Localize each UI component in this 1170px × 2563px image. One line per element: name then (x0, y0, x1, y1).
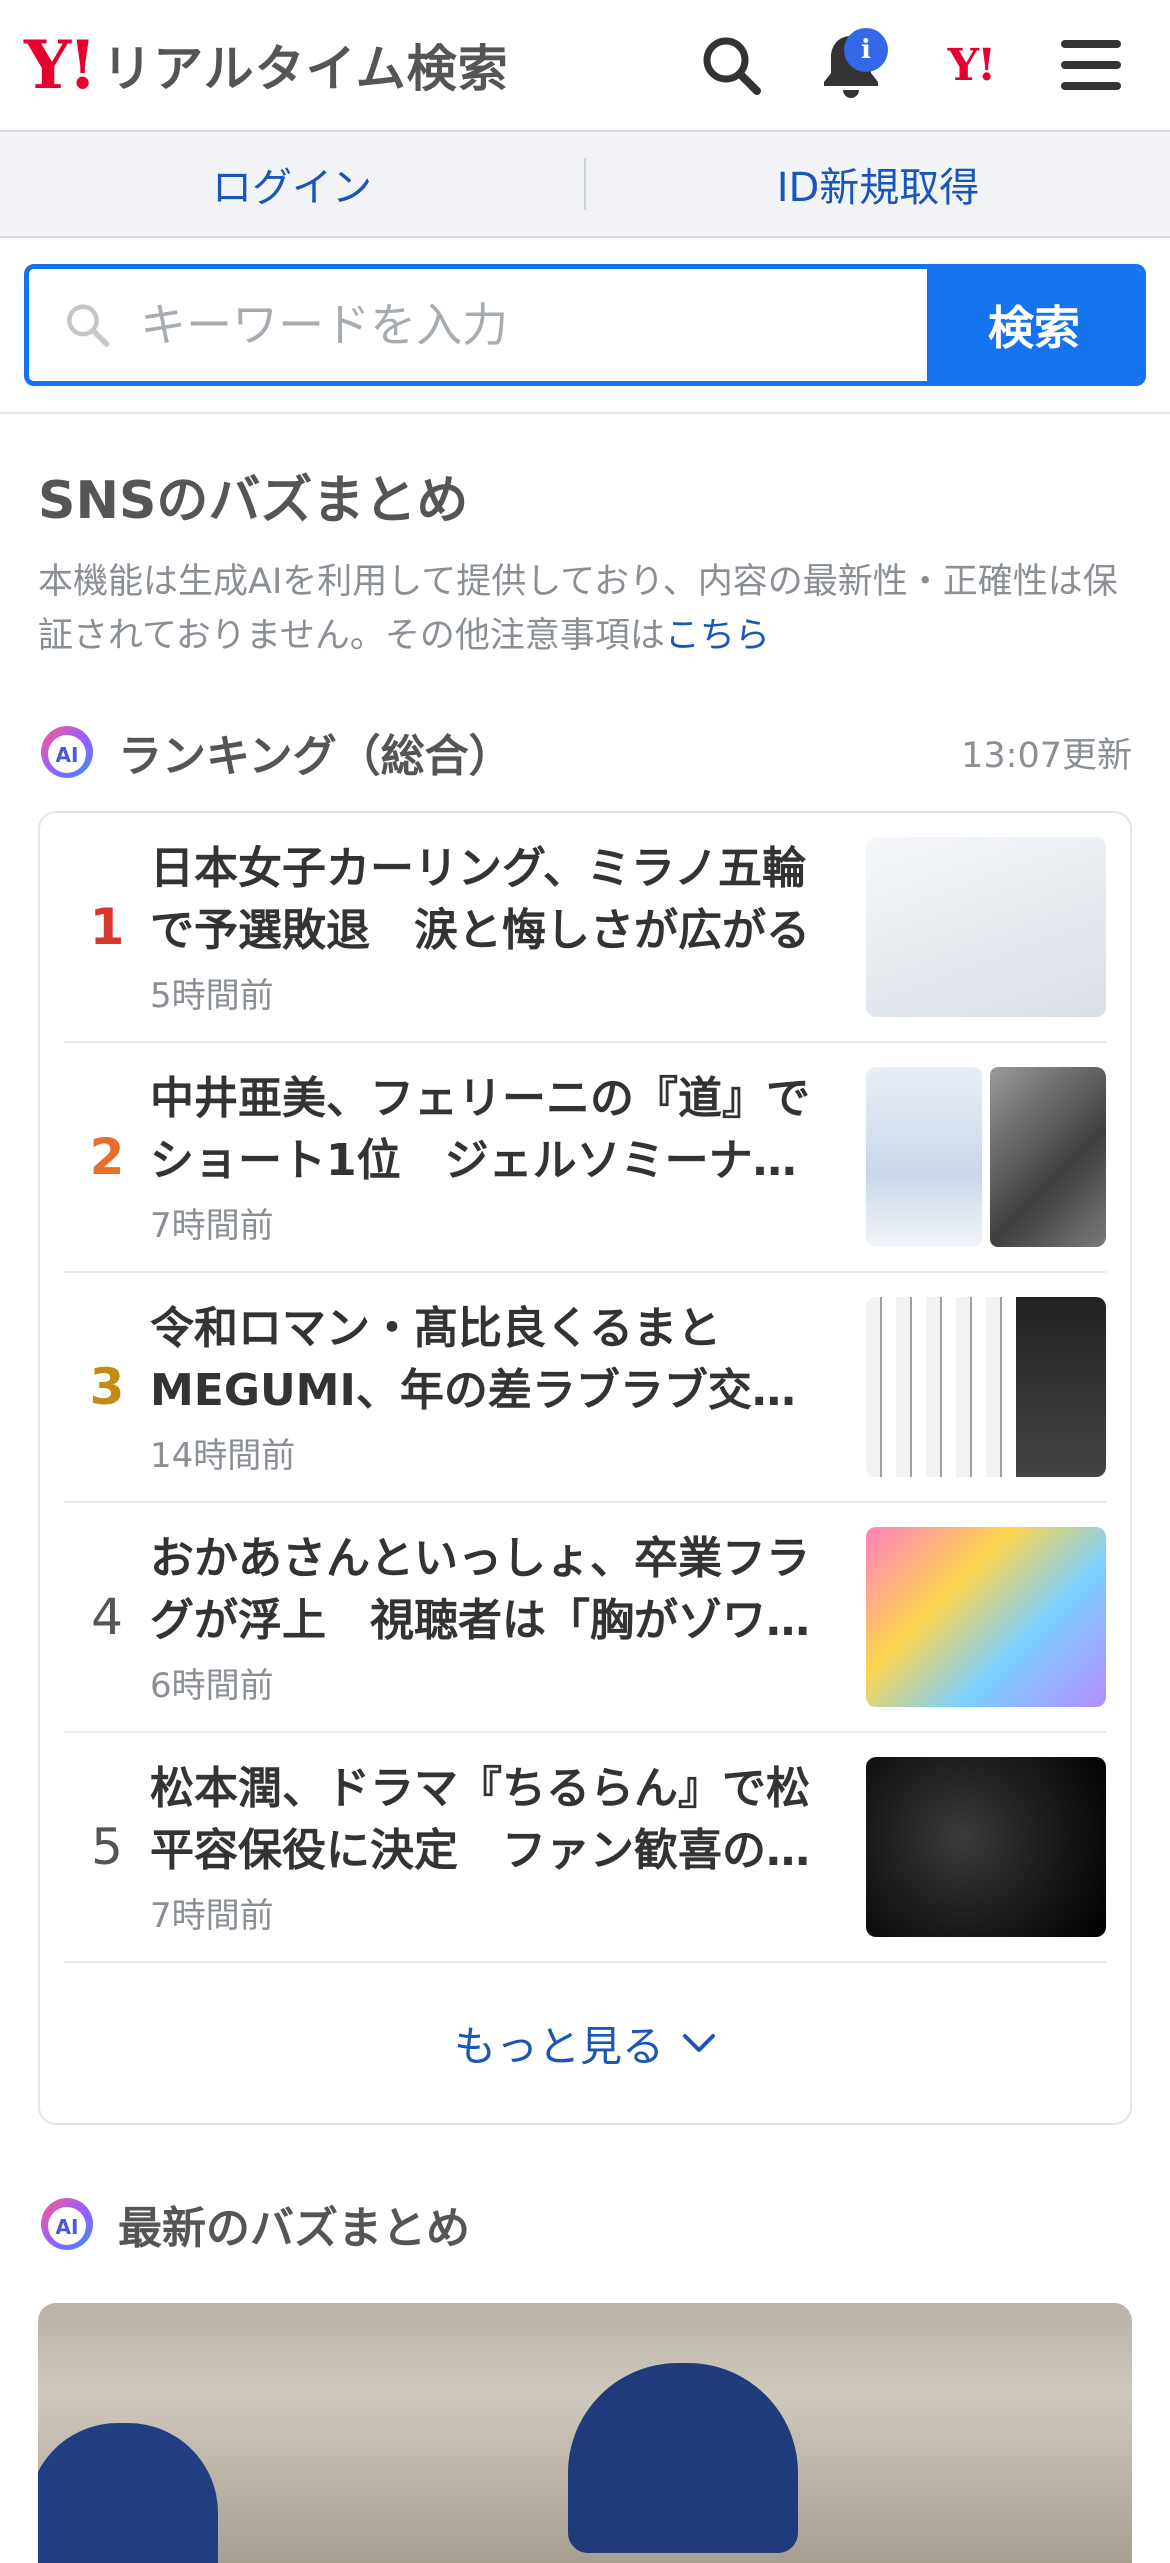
hamburger-menu-icon (1061, 40, 1121, 90)
ranking-item[interactable]: 2 中井亜美、フェリーニの『道』でショート1位 ジェルソミーナ… 7時間前 (64, 1043, 1106, 1273)
search-button[interactable]: 検索 (927, 269, 1141, 381)
rank-body: 令和ロマン・髙比良くるまとMEGUMI、年の差ラブラブ交… 14時間前 (150, 1298, 866, 1477)
search-field-icon (67, 304, 110, 347)
ranking-title: ランキング（総合） (118, 731, 513, 782)
ai-badge-icon: AI (41, 2198, 93, 2250)
search-form: 検索 (24, 264, 1146, 386)
latest-title: 最新のバズまとめ (118, 2203, 470, 2254)
yahoo-realtime-logo[interactable]: Y! リアルタイム検索 (24, 29, 509, 101)
rank-time: 7時間前 (150, 1895, 274, 1936)
rank-number: 5 (91, 1818, 123, 1876)
ranking-header: AI ランキング（総合） 13:07更新 (38, 717, 1132, 787)
rank-body: 中井亜美、フェリーニの『道』でショート1位 ジェルソミーナ… 7時間前 (150, 1068, 866, 1247)
show-more-button[interactable]: もっと見る (64, 1963, 1106, 2123)
yahoo-japan-icon: Y! (947, 39, 997, 91)
ranking-item[interactable]: 3 令和ロマン・髙比良くるまとMEGUMI、年の差ラブラブ交… 14時間前 (64, 1273, 1106, 1503)
login-bar: ログイン ID新規取得 (0, 132, 1170, 238)
hero-photo-detail (38, 2423, 218, 2563)
ai-badge-label: AI (56, 2215, 79, 2239)
menu-button[interactable] (1046, 20, 1136, 110)
logo-text: リアルタイム検索 (102, 40, 509, 98)
rank-thumbnail (866, 1757, 1106, 1937)
rank-time: 6時間前 (150, 1665, 274, 1706)
thumbnail-left-photo (866, 1067, 982, 1247)
latest-header: AI 最新のバズまとめ (38, 2187, 1132, 2261)
rank-thumbnail (866, 1527, 1106, 1707)
thumbnail-right-photo (990, 1067, 1106, 1247)
hero-photo-detail (568, 2363, 798, 2553)
rank-body: 日本女子カーリング、ミラノ五輪で予選敗退 涙と悔しさが広がる 5時間前 (150, 838, 866, 1017)
rank-time: 7時間前 (150, 1205, 274, 1246)
rank-title: おかあさんといっしょ、卒業フラグが浮上 視聴者は「胸がゾワ… (150, 1532, 810, 1646)
chevron-down-icon (683, 2034, 715, 2052)
search-field (29, 269, 927, 381)
ai-notice-text: 本機能は生成AIを利用して提供しており、内容の最新性・正確性は保証されておりませ… (38, 562, 1118, 656)
rank-time: 14時間前 (150, 1435, 296, 1476)
search-icon (703, 37, 761, 95)
ranking-item[interactable]: 4 おかあさんといっしょ、卒業フラグが浮上 視聴者は「胸がゾワ… 6時間前 (64, 1503, 1106, 1733)
ai-badge-label: AI (56, 743, 79, 767)
login-link[interactable]: ログイン (0, 155, 584, 213)
updated-time: 13:07更新 (961, 735, 1132, 776)
app-header: Y! リアルタイム検索 i Y! (0, 0, 1170, 132)
rank-thumbnail (866, 1067, 1106, 1247)
yahoo-japan-button[interactable]: Y! (926, 20, 1016, 110)
ranking-card: 1 日本女子カーリング、ミラノ五輪で予選敗退 涙と悔しさが広がる 5時間前 2 … (38, 811, 1132, 2125)
rank-body: 松本潤、ドラマ『ちるらん』で松平容保役に決定 ファン歓喜の… 7時間前 (150, 1758, 866, 1937)
rank-body: おかあさんといっしょ、卒業フラグが浮上 視聴者は「胸がゾワ… 6時間前 (150, 1528, 866, 1707)
rank-number: 4 (91, 1588, 123, 1646)
rank-number: 3 (89, 1358, 125, 1416)
show-more-label: もっと見る (453, 2021, 664, 2071)
search-input[interactable] (138, 297, 927, 353)
rank-thumbnail (866, 1297, 1106, 1477)
ranking-item[interactable]: 5 松本潤、ドラマ『ちるらん』で松平容保役に決定 ファン歓喜の… 7時間前 (64, 1733, 1106, 1963)
notification-badge: i (844, 28, 888, 72)
ai-notice: 本機能は生成AIを利用して提供しており、内容の最新性・正確性は保証されておりませ… (38, 555, 1132, 663)
ai-badge-icon: AI (41, 726, 93, 778)
register-link[interactable]: ID新規取得 (586, 155, 1170, 213)
rank-title: 令和ロマン・髙比良くるまとMEGUMI、年の差ラブラブ交… (150, 1302, 796, 1416)
search-icon-button[interactable] (686, 20, 776, 110)
section-title: SNSのバズまとめ (38, 471, 469, 531)
notification-button[interactable]: i (806, 20, 896, 110)
rank-title: 日本女子カーリング、ミラノ五輪で予選敗退 涙と悔しさが広がる (150, 842, 810, 956)
sns-buzz-section: SNSのバズまとめ 本機能は生成AIを利用して提供しており、内容の最新性・正確性… (0, 458, 1170, 2563)
rank-thumbnail (866, 837, 1106, 1017)
yahoo-logo-mark: Y! (24, 26, 97, 104)
rank-number: 2 (89, 1128, 125, 1186)
rank-time: 5時間前 (150, 975, 274, 1016)
ranking-item[interactable]: 1 日本女子カーリング、ミラノ五輪で予選敗退 涙と悔しさが広がる 5時間前 (64, 813, 1106, 1043)
header-icons: i Y! (686, 20, 1136, 110)
notice-details-link[interactable]: こちら (665, 616, 770, 656)
search-area: 検索 (0, 238, 1170, 414)
rank-title: 松本潤、ドラマ『ちるらん』で松平容保役に決定 ファン歓喜の… (150, 1762, 810, 1876)
rank-title: 中井亜美、フェリーニの『道』でショート1位 ジェルソミーナ… (150, 1072, 810, 1186)
rank-number: 1 (89, 898, 125, 956)
latest-hero-image[interactable] (38, 2303, 1132, 2563)
